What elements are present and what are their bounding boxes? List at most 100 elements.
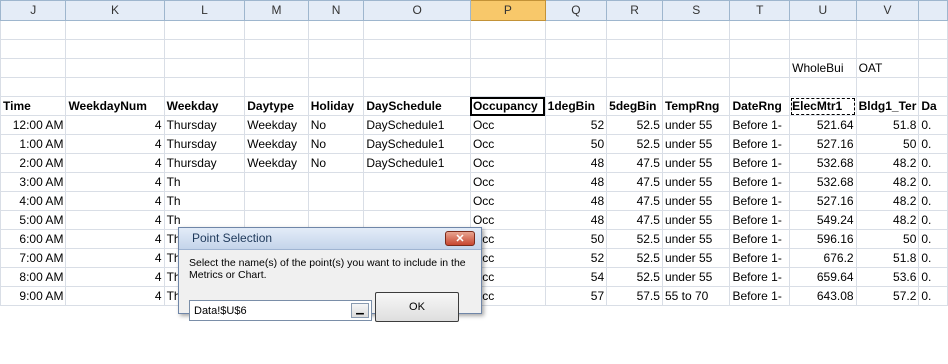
cell[interactable]: Weekday — [244, 134, 309, 154]
range-input[interactable] — [194, 303, 344, 318]
cell[interactable] — [363, 191, 471, 211]
cell[interactable]: No — [307, 153, 365, 173]
column-header-U[interactable]: U — [789, 0, 857, 21]
cell[interactable]: 57.2 — [855, 286, 920, 306]
column-header-N[interactable]: N — [307, 0, 365, 21]
cell[interactable] — [307, 191, 365, 211]
column-header-P[interactable]: P — [469, 0, 546, 21]
cell[interactable] — [855, 77, 920, 97]
cell[interactable]: under 55 — [661, 229, 731, 249]
cell[interactable] — [0, 77, 67, 97]
cell[interactable]: 52 — [544, 115, 608, 135]
cell[interactable]: 48.2 — [855, 210, 920, 230]
cell[interactable]: 1:00 AM — [0, 134, 67, 154]
cell[interactable] — [65, 58, 165, 78]
cell[interactable]: 51.8 — [855, 248, 920, 268]
cell[interactable] — [789, 39, 857, 59]
cell[interactable]: 4 — [65, 115, 165, 135]
cell[interactable] — [163, 20, 246, 40]
cell[interactable]: 532.68 — [789, 153, 857, 173]
cell[interactable]: 12:00 AM — [0, 115, 67, 135]
column-header-O[interactable]: O — [363, 0, 471, 21]
cell[interactable]: 52 — [544, 248, 608, 268]
cell[interactable]: Before 1- — [729, 286, 791, 306]
header-cell[interactable]: Weekday — [163, 96, 246, 116]
cell[interactable] — [363, 39, 471, 59]
cell[interactable] — [789, 77, 857, 97]
cell[interactable]: 596.16 — [789, 229, 857, 249]
cell[interactable]: 50 — [544, 229, 608, 249]
cell[interactable]: Before 1- — [729, 134, 791, 154]
cell[interactable]: 6:00 AM — [0, 229, 67, 249]
cell[interactable]: 4 — [65, 248, 165, 268]
cell[interactable]: Th — [163, 191, 246, 211]
cell[interactable]: 48.2 — [855, 172, 920, 192]
column-header-extra[interactable] — [918, 0, 948, 21]
cell[interactable]: 0. — [918, 134, 948, 154]
header-cell[interactable]: WeekdayNum — [65, 96, 165, 116]
cell[interactable]: 5:00 AM — [0, 210, 67, 230]
cell[interactable] — [729, 58, 791, 78]
cell[interactable]: 52.5 — [606, 267, 663, 287]
cell[interactable]: OAT — [855, 58, 920, 78]
cell[interactable] — [244, 191, 309, 211]
cell[interactable] — [661, 77, 731, 97]
range-input-field[interactable]: ▁ — [189, 300, 372, 321]
cell[interactable] — [244, 20, 309, 40]
cell[interactable]: 57 — [544, 286, 608, 306]
cell[interactable] — [544, 20, 608, 40]
cell[interactable]: under 55 — [661, 191, 731, 211]
cell[interactable]: 53.6 — [855, 267, 920, 287]
cell[interactable] — [65, 77, 165, 97]
cell[interactable]: Before 1- — [729, 229, 791, 249]
cell[interactable] — [0, 20, 67, 40]
cell[interactable]: 48.2 — [855, 153, 920, 173]
cell[interactable]: 0. — [918, 210, 948, 230]
cell[interactable]: Before 1- — [729, 210, 791, 230]
header-cell[interactable]: 1degBin — [544, 96, 608, 116]
cell[interactable]: 659.64 — [789, 267, 857, 287]
cell[interactable]: DaySchedule1 — [363, 134, 471, 154]
cell[interactable] — [918, 20, 948, 40]
header-cell[interactable]: Da — [918, 96, 948, 116]
cell[interactable]: under 55 — [661, 210, 731, 230]
cell[interactable]: 47.5 — [606, 191, 663, 211]
header-cell[interactable]: Bldg1_Ter — [855, 96, 920, 116]
cell[interactable]: 52.5 — [606, 248, 663, 268]
cell[interactable] — [363, 77, 471, 97]
cell[interactable] — [469, 20, 546, 40]
cell[interactable] — [307, 172, 365, 192]
cell[interactable]: 7:00 AM — [0, 248, 67, 268]
cell[interactable] — [544, 58, 608, 78]
cell[interactable] — [163, 58, 246, 78]
cell[interactable]: 47.5 — [606, 172, 663, 192]
cell[interactable]: Th — [163, 172, 246, 192]
cell[interactable] — [0, 58, 67, 78]
header-cell[interactable]: Occupancy — [469, 96, 546, 116]
cell[interactable]: 48 — [544, 153, 608, 173]
column-header-J[interactable]: J — [0, 0, 67, 21]
cell[interactable]: 4 — [65, 286, 165, 306]
column-header-Q[interactable]: Q — [544, 0, 608, 21]
cell[interactable]: 4 — [65, 267, 165, 287]
column-header-T[interactable]: T — [729, 0, 791, 21]
cell[interactable]: 52.5 — [606, 134, 663, 154]
cell[interactable]: 0. — [918, 267, 948, 287]
cell[interactable]: 57.5 — [606, 286, 663, 306]
cell[interactable] — [307, 20, 365, 40]
cell[interactable] — [244, 77, 309, 97]
cell[interactable]: under 55 — [661, 153, 731, 173]
cell[interactable] — [544, 39, 608, 59]
cell[interactable]: under 55 — [661, 172, 731, 192]
cell[interactable]: 8:00 AM — [0, 267, 67, 287]
cell[interactable]: 48 — [544, 172, 608, 192]
header-cell[interactable]: ElecMtr1 — [789, 96, 857, 116]
cell[interactable] — [469, 39, 546, 59]
header-cell[interactable]: Time — [0, 96, 67, 116]
column-header-S[interactable]: S — [661, 0, 731, 21]
cell[interactable] — [789, 20, 857, 40]
cell[interactable] — [661, 39, 731, 59]
cell[interactable]: 50 — [855, 229, 920, 249]
cell[interactable] — [363, 172, 471, 192]
cell[interactable] — [606, 58, 663, 78]
